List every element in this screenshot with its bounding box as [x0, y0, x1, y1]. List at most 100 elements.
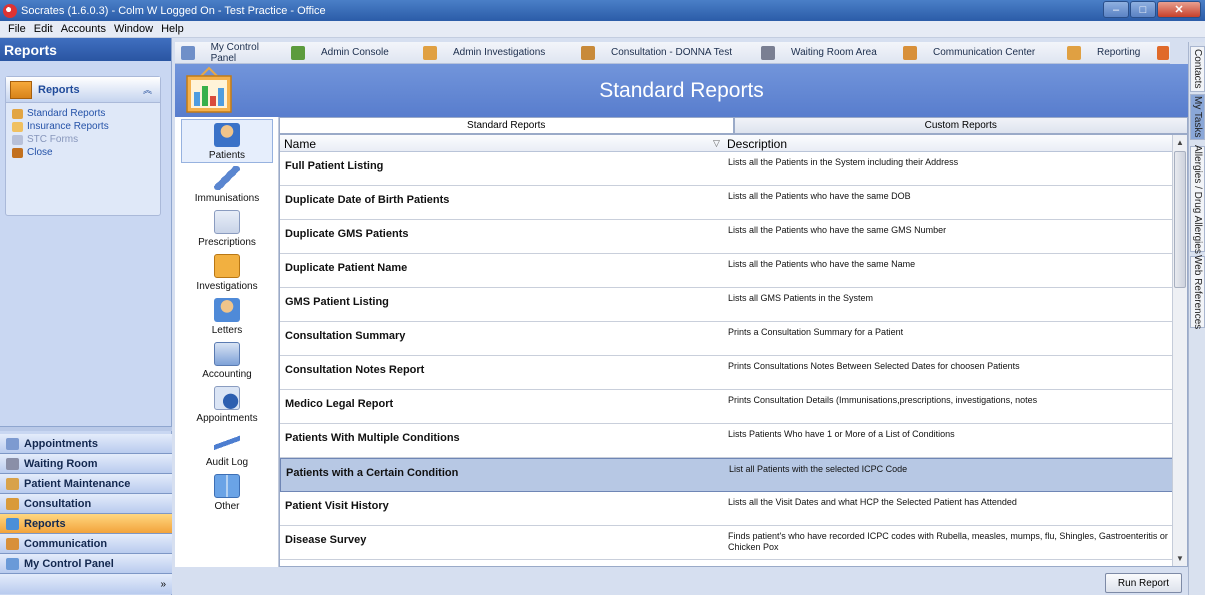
table-row[interactable]: Patients With Multiple Conditions Lists … [280, 424, 1173, 458]
tab-label: Contacts [1192, 49, 1203, 89]
category-other[interactable]: Other [181, 471, 273, 515]
category-audit-log[interactable]: Audit Log [181, 427, 273, 471]
nav-label: Waiting Room [24, 457, 98, 470]
scroll-up-icon[interactable]: ▲ [1173, 135, 1187, 150]
nav-configure-button[interactable]: » [0, 574, 172, 594]
scroll-thumb[interactable] [1174, 151, 1186, 288]
left-navigation: Reports Reports ︽ Standard Reports Insur… [0, 38, 172, 595]
reports-task-panel: Reports ︽ Standard Reports Insurance Rep… [5, 76, 161, 216]
app-icon [3, 3, 17, 18]
category-appointments[interactable]: Appointments [181, 383, 273, 427]
minimize-button[interactable]: – [1103, 1, 1129, 18]
menu-help[interactable]: Help [161, 23, 184, 35]
table-row[interactable]: Full Patient Listing Lists all the Patie… [280, 152, 1173, 186]
shortcut-toolbar: My Control Panel Admin Console Admin Inv… [175, 42, 1170, 64]
table-row-selected[interactable]: Patients with a Certain Condition List a… [280, 458, 1173, 492]
category-prescriptions[interactable]: Prescriptions [181, 207, 273, 251]
menu-window[interactable]: Window [114, 23, 153, 35]
category-label: Accounting [202, 369, 252, 380]
column-name-header[interactable]: Name [284, 137, 316, 151]
report-name: Medico Legal Report [285, 398, 394, 410]
table-row[interactable]: Consultation Notes Report Prints Consult… [280, 356, 1173, 390]
syringe-icon [214, 166, 240, 190]
table-row[interactable]: Disease Survey Finds patient's who have … [280, 526, 1173, 560]
shortcut-my-control-panel[interactable]: My Control Panel [175, 42, 285, 64]
menu-bar: File Edit Accounts Window Help [0, 21, 1205, 38]
task-close[interactable]: Close [12, 146, 160, 159]
close-button[interactable]: ✕ [1157, 1, 1201, 18]
nav-reports[interactable]: Reports [0, 514, 172, 534]
shortcut-admin-investigations[interactable]: Admin Investigations [417, 43, 575, 63]
prescriptions-icon [214, 210, 240, 234]
collapse-icon[interactable]: ︽ [143, 83, 152, 96]
menu-accounts[interactable]: Accounts [61, 23, 106, 35]
category-accounting[interactable]: Accounting [181, 339, 273, 383]
report-description: Lists all the Patients who have the same… [728, 259, 916, 269]
table-row[interactable]: Duplicate Date of Birth Patients Lists a… [280, 186, 1173, 220]
shortcut-communication-center[interactable]: Communication Center [897, 43, 1061, 63]
title-bar: Socrates (1.6.0.3) - Colm W Logged On - … [0, 0, 1205, 21]
main-header: Standard Reports [175, 64, 1188, 117]
tab-contacts[interactable]: Contacts [1190, 46, 1205, 92]
audit-log-icon [214, 430, 240, 454]
table-row[interactable]: Duplicate Patient Name Lists all the Pat… [280, 254, 1173, 288]
shortcut-admin-console[interactable]: Admin Console [285, 43, 417, 63]
tab-my-tasks[interactable]: My Tasks [1190, 94, 1205, 140]
tab-web-references[interactable]: Web References [1190, 255, 1205, 329]
insurance-reports-icon [12, 121, 23, 132]
nav-splitter[interactable] [0, 426, 172, 431]
table-row[interactable]: Duplicate GMS Patients Lists all the Pat… [280, 220, 1173, 254]
nav-waiting-room[interactable]: Waiting Room [0, 454, 172, 474]
nav-label: Consultation [24, 497, 92, 510]
category-investigations[interactable]: Investigations [181, 251, 273, 295]
sort-indicator-icon: ▽ [713, 138, 720, 148]
report-description: Prints Consultations Notes Between Selec… [728, 361, 1020, 371]
category-label: Audit Log [205, 457, 249, 468]
nav-appointments[interactable]: Appointments [0, 434, 172, 454]
category-immunisations[interactable]: Immunisations [181, 163, 273, 207]
category-patients[interactable]: Patients [181, 119, 273, 163]
column-description-header[interactable]: Description [727, 137, 787, 151]
report-description: Prints a Consultation Summary for a Pati… [728, 327, 904, 337]
shortcut-consultation[interactable]: Consultation - DONNA Test [575, 43, 755, 63]
shortcut-label: Admin Investigations [453, 47, 546, 58]
category-label: Immunisations [194, 193, 260, 204]
report-tabs: Standard Reports Custom Reports [279, 117, 1188, 134]
task-standard-reports[interactable]: Standard Reports [12, 107, 160, 120]
tab-custom-reports[interactable]: Custom Reports [733, 117, 1188, 134]
menu-file[interactable]: File [8, 23, 26, 35]
table-row[interactable]: Consultation Summary Prints a Consultati… [280, 322, 1173, 356]
report-description: Prints Consultation Details (Immunisatio… [728, 395, 1038, 405]
stc-forms-icon [12, 134, 23, 145]
nav-communication[interactable]: Communication [0, 534, 172, 554]
table-row[interactable]: Medico Legal Report Prints Consultation … [280, 390, 1173, 424]
tab-allergies[interactable]: Allergies / Drug Allergies [1190, 145, 1205, 253]
nav-buttons: Appointments Waiting Room Patient Mainte… [0, 434, 172, 594]
task-insurance-reports[interactable]: Insurance Reports [12, 120, 160, 133]
nav-my-control-panel[interactable]: My Control Panel [0, 554, 172, 574]
task-panel-header[interactable]: Reports ︽ [6, 77, 160, 103]
shortcut-reporting[interactable]: Reporting [1061, 43, 1151, 63]
task-item-label: Close [27, 147, 53, 158]
table-row[interactable]: GMS Patient Listing Lists all GMS Patien… [280, 288, 1173, 322]
run-report-button[interactable]: Run Report [1105, 573, 1182, 593]
category-label: Other [214, 501, 240, 512]
waiting-room-icon [6, 457, 19, 470]
vertical-scrollbar[interactable]: ▲ ▼ [1172, 135, 1187, 566]
nav-consultation[interactable]: Consultation [0, 494, 172, 514]
close-tab-button[interactable] [1151, 43, 1169, 63]
task-item-label: Insurance Reports [27, 121, 109, 132]
category-letters[interactable]: Letters [181, 295, 273, 339]
nav-patient-maintenance[interactable]: Patient Maintenance [0, 474, 172, 494]
scroll-down-icon[interactable]: ▼ [1173, 551, 1187, 566]
report-description: Finds patient's who have recorded ICPC c… [728, 531, 1168, 552]
task-stc-forms[interactable]: STC Forms [12, 133, 160, 146]
report-name: Patients With Multiple Conditions [285, 432, 460, 444]
maximize-button[interactable]: □ [1130, 1, 1156, 18]
double-chevron-icon: » [160, 578, 166, 590]
shortcut-waiting-room[interactable]: Waiting Room Area [755, 43, 897, 63]
table-row[interactable]: Patient Visit History Lists all the Visi… [280, 492, 1173, 526]
tab-standard-reports[interactable]: Standard Reports [279, 117, 734, 134]
report-categories: Patients Immunisations Prescriptions Inv… [175, 117, 279, 595]
menu-edit[interactable]: Edit [34, 23, 53, 35]
